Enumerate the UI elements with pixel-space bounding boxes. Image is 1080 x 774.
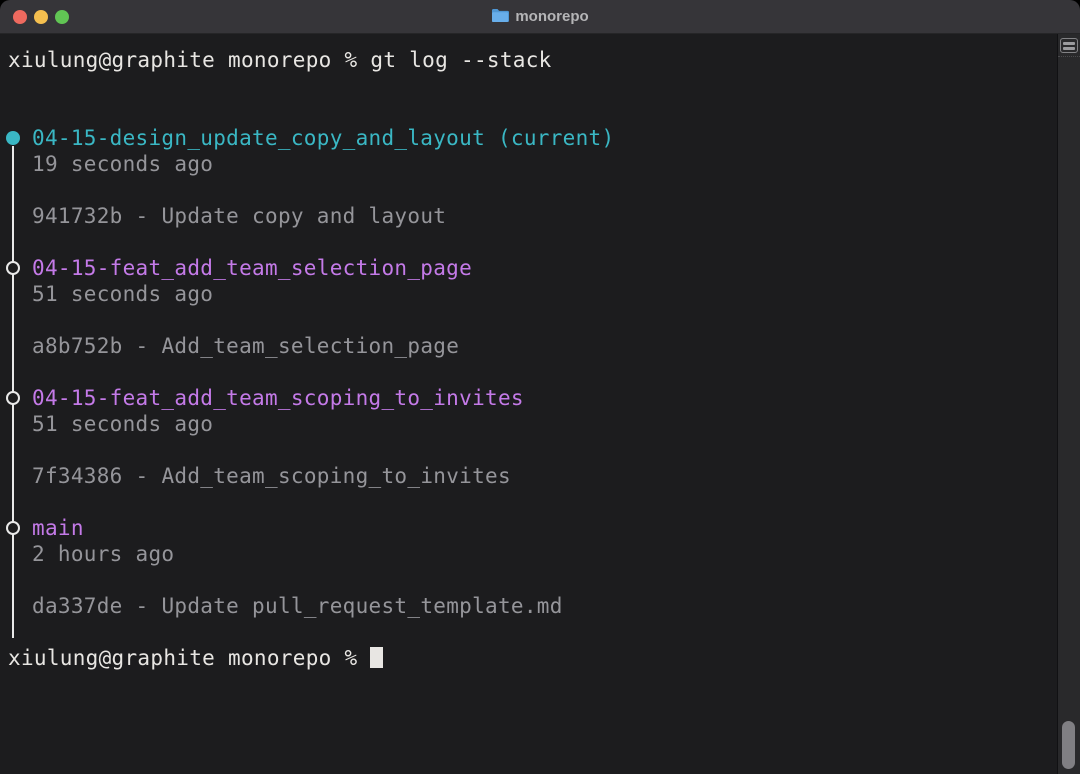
- branch-current-badge: (current): [485, 126, 614, 150]
- commit-separator: -: [123, 334, 162, 358]
- branch-line: 04-15-feat_add_team_scoping_to_invites: [0, 385, 1080, 411]
- branch-age: 51 seconds ago: [0, 411, 1080, 437]
- shell-command: gt log --stack: [370, 48, 551, 72]
- terminal-cursor: [370, 647, 383, 668]
- blank-line: [0, 619, 1080, 645]
- branch-name: 04-15-feat_add_team_selection_page: [32, 256, 472, 280]
- commit-separator: -: [123, 594, 162, 618]
- scrollbar-separator: [1058, 56, 1080, 57]
- blank-line: [0, 99, 1080, 125]
- commit-line: da337de - Update pull_request_template.m…: [0, 593, 1080, 619]
- commit-hash: 941732b: [32, 204, 123, 228]
- folder-icon: [491, 7, 509, 26]
- commit-message: Add_team_selection_page: [161, 334, 459, 358]
- shell-prompt: xiulung@graphite monorepo %: [8, 646, 370, 670]
- close-button[interactable]: [13, 10, 27, 24]
- commit-hash: 7f34386: [32, 464, 123, 488]
- blank-line: [0, 229, 1080, 255]
- zoom-button[interactable]: [55, 10, 69, 24]
- command-line: xiulung@graphite monorepo % gt log --sta…: [0, 47, 1080, 73]
- window-controls: [0, 10, 69, 24]
- commit-message: Update pull_request_template.md: [161, 594, 562, 618]
- title-group: monorepo: [0, 0, 1080, 33]
- terminal[interactable]: xiulung@graphite monorepo % gt log --sta…: [0, 34, 1080, 774]
- commit-line: 941732b - Update copy and layout: [0, 203, 1080, 229]
- blank-line: [0, 177, 1080, 203]
- branch-line: main: [0, 515, 1080, 541]
- commit-marker-hollow-icon: [6, 521, 20, 535]
- branch-name: 04-15-feat_add_team_scoping_to_invites: [32, 386, 524, 410]
- branch-age: 51 seconds ago: [0, 281, 1080, 307]
- commit-marker-filled-icon: [6, 131, 20, 145]
- blank-line: [0, 489, 1080, 515]
- window-title: monorepo: [515, 8, 588, 25]
- commit-separator: -: [123, 204, 162, 228]
- scrollbar[interactable]: [1057, 34, 1080, 774]
- split-pane-icon-bar: [1063, 47, 1075, 50]
- split-pane-icon[interactable]: [1060, 38, 1078, 53]
- titlebar[interactable]: monorepo: [0, 0, 1080, 34]
- blank-line: [0, 437, 1080, 463]
- blank-line: [0, 73, 1080, 99]
- commit-separator: -: [123, 464, 162, 488]
- blank-line: [0, 359, 1080, 385]
- commit-line: a8b752b - Add_team_selection_page: [0, 333, 1080, 359]
- commit-hash: a8b752b: [32, 334, 123, 358]
- terminal-window: monorepo xiulung@graphite monorepo % gt …: [0, 0, 1080, 774]
- blank-line: [0, 567, 1080, 593]
- commit-hash: da337de: [32, 594, 123, 618]
- commit-marker-hollow-icon: [6, 261, 20, 275]
- commit-marker-hollow-icon: [6, 391, 20, 405]
- split-pane-icon-bar: [1063, 42, 1075, 45]
- branch-name: main: [32, 516, 84, 540]
- branch-line: 04-15-feat_add_team_selection_page: [0, 255, 1080, 281]
- commit-message: Update copy and layout: [161, 204, 446, 228]
- footer-prompt-line: xiulung@graphite monorepo %: [0, 645, 1080, 671]
- shell-prompt: xiulung@graphite monorepo %: [8, 48, 370, 72]
- branch-age: 2 hours ago: [0, 541, 1080, 567]
- blank-line: [0, 307, 1080, 333]
- commit-message: Add_team_scoping_to_invites: [161, 464, 510, 488]
- commit-line: 7f34386 - Add_team_scoping_to_invites: [0, 463, 1080, 489]
- minimize-button[interactable]: [34, 10, 48, 24]
- branch-line: 04-15-design_update_copy_and_layout (cur…: [0, 125, 1080, 151]
- scrollbar-thumb[interactable]: [1062, 721, 1075, 769]
- branch-age: 19 seconds ago: [0, 151, 1080, 177]
- branch-name: 04-15-design_update_copy_and_layout: [32, 126, 485, 150]
